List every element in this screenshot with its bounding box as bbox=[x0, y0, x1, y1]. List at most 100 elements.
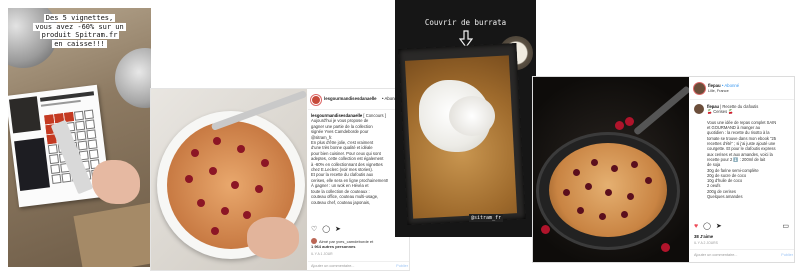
caption-line: 🍒 Cerises 🍒 bbox=[707, 109, 734, 115]
username-link[interactable]: flepau bbox=[708, 83, 721, 88]
post-date: IL Y A 1 JOUR bbox=[311, 252, 333, 256]
cherry bbox=[621, 211, 628, 218]
caption-line: aux cerises et aux amandes, voici la bbox=[707, 151, 773, 157]
post-header-title: flepau • Abonné bbox=[708, 83, 739, 88]
cherry bbox=[625, 117, 634, 126]
story-burrata: Couvrir de burrata @sitram_fr bbox=[395, 0, 536, 237]
caption-line: pour bien cuisiner. Pour ceux qui sont bbox=[311, 150, 381, 156]
cherry bbox=[213, 137, 221, 145]
cherry bbox=[615, 121, 624, 130]
comment-input[interactable]: Ajouter un commentaire... bbox=[694, 253, 737, 257]
instagram-post-clafoutis: lesgourmandisesdanaelle • Abonné lesgour… bbox=[150, 88, 410, 271]
action-bar: ♥ ◯ ➤ ▭ bbox=[694, 223, 794, 231]
follow-status[interactable]: • Abonné bbox=[722, 83, 739, 88]
hand-image bbox=[92, 160, 140, 204]
cherry bbox=[577, 207, 584, 214]
post-date: IL Y A 2 JOURS bbox=[694, 241, 718, 245]
caption-line: recettes d'été" ; si j'ai juste ajouté u… bbox=[707, 141, 776, 147]
avatar[interactable] bbox=[311, 95, 321, 105]
card-heading bbox=[39, 91, 95, 102]
comment-icon[interactable]: ◯ bbox=[703, 223, 711, 231]
cherry bbox=[191, 149, 199, 157]
caption-line: @sitram_fr. bbox=[311, 134, 333, 140]
cherry bbox=[627, 193, 634, 200]
caption-line: chez E.Leclerc (voir mes stories). bbox=[311, 167, 373, 173]
caption-line: Et pour la recette du clafoutis aux bbox=[311, 172, 374, 178]
caption-line: Des 5 vignettes, bbox=[43, 14, 116, 22]
cherry bbox=[611, 165, 618, 172]
cherry bbox=[591, 159, 598, 166]
heart-icon[interactable]: ♥ bbox=[694, 223, 698, 231]
cherry bbox=[661, 243, 670, 252]
comment-icon[interactable]: ◯ bbox=[322, 226, 330, 234]
likes-count[interactable]: 38 J'aime bbox=[694, 234, 713, 239]
caption-line: recette pour 2 ⬇️ : 200ml de lait bbox=[707, 156, 766, 162]
cutting-board-image bbox=[73, 200, 151, 267]
cherry bbox=[261, 159, 269, 167]
pan-image bbox=[115, 48, 151, 108]
comment-input[interactable]: Ajouter un commentaire... bbox=[311, 264, 354, 268]
bookmark-icon[interactable]: ▭ bbox=[782, 223, 789, 231]
caption-line: vous avez -60% sur un bbox=[33, 22, 126, 31]
caption-line: cerises, elle sera en ligne prochainemen… bbox=[311, 177, 389, 183]
chef-photo bbox=[8, 96, 41, 134]
caption-line: produit Spitram.fr bbox=[39, 31, 120, 39]
share-icon[interactable]: ➤ bbox=[335, 226, 341, 234]
divider bbox=[690, 99, 794, 100]
cherry bbox=[605, 189, 612, 196]
cherry bbox=[211, 227, 219, 235]
caption-line: 30g de farine semi-complète bbox=[707, 167, 759, 173]
cherry bbox=[563, 189, 570, 196]
caption-line: Quelques amandes bbox=[707, 194, 743, 200]
pan-handle-image bbox=[632, 85, 689, 136]
post-caption: flepau | Recette du clafoutis 🍒 Cerises … bbox=[707, 104, 793, 199]
post-image[interactable] bbox=[151, 89, 307, 270]
caption-line: en caisse!!! bbox=[52, 39, 107, 48]
story-caption: Des 5 vignettes, vous avez -60% sur un p… bbox=[8, 14, 151, 48]
story-title: Couvrir de burrata bbox=[424, 18, 507, 27]
cherry bbox=[237, 145, 245, 153]
caption-line: 10g d'huile de coco bbox=[707, 178, 743, 184]
collage: Des 5 vignettes, vous avez -60% sur un p… bbox=[0, 0, 795, 271]
cherry bbox=[645, 177, 652, 184]
caption-line: couteau office, couteau multi-usage, bbox=[311, 194, 379, 200]
caption-line: et GOURMAND à manger au bbox=[707, 125, 761, 131]
cherry bbox=[197, 199, 205, 207]
cherry bbox=[585, 183, 592, 190]
mention-tag[interactable]: @sitram_fr bbox=[469, 214, 504, 222]
book-image bbox=[14, 137, 50, 191]
caption-line: de soja bbox=[707, 162, 721, 168]
cherry bbox=[631, 161, 638, 168]
publish-button[interactable]: Publier bbox=[396, 264, 408, 268]
hand-image bbox=[247, 217, 299, 259]
post-header: flepau • Abonné Lille, France bbox=[694, 83, 794, 97]
caption-line: 20g de sucre de coco bbox=[707, 172, 747, 178]
post-sidebar: flepau • Abonné Lille, France flepau | R… bbox=[690, 77, 794, 262]
caption-line: En plus d'être jolie, c'est vraiment bbox=[311, 140, 374, 146]
cherry bbox=[231, 181, 239, 189]
share-icon[interactable]: ➤ bbox=[716, 223, 722, 231]
caption-line: 2 oeufs bbox=[707, 183, 721, 189]
cherry bbox=[541, 225, 550, 234]
cherry bbox=[599, 213, 606, 220]
caption-line: toute la collection de couteaux : bbox=[311, 188, 370, 194]
caption-line: adeptes, cette collection est également bbox=[311, 156, 384, 162]
heart-icon[interactable]: ♡ bbox=[311, 226, 317, 234]
likes-summary: Aimé par yves_camdeborde et 1 964 autres… bbox=[311, 238, 409, 249]
caption-username[interactable]: lesgourmandisesdanaelle bbox=[311, 113, 362, 118]
avatar[interactable] bbox=[694, 104, 704, 114]
avatar[interactable] bbox=[694, 83, 705, 94]
publish-button[interactable]: Publier bbox=[781, 253, 793, 257]
cherry bbox=[209, 167, 217, 175]
caption-line: Vous une idée de repas complet SAIN bbox=[707, 119, 777, 125]
username-link[interactable]: lesgourmandisesdanaelle bbox=[324, 96, 380, 101]
caption-username[interactable]: flepau bbox=[707, 104, 719, 109]
post-image[interactable] bbox=[533, 77, 689, 262]
likes-count[interactable]: 1 964 autres personnes bbox=[311, 244, 355, 249]
caption-line: couteau chef, couteau japonais, bbox=[311, 199, 371, 205]
caption-line: à -60% en collectionnant des vignettes bbox=[311, 161, 383, 167]
location-link[interactable]: Lille, France bbox=[708, 89, 729, 93]
cherry bbox=[573, 169, 580, 176]
story-sitram-promo: Des 5 vignettes, vous avez -60% sur un p… bbox=[8, 8, 151, 267]
caption-line: gagner une partie de la collection bbox=[311, 123, 373, 129]
